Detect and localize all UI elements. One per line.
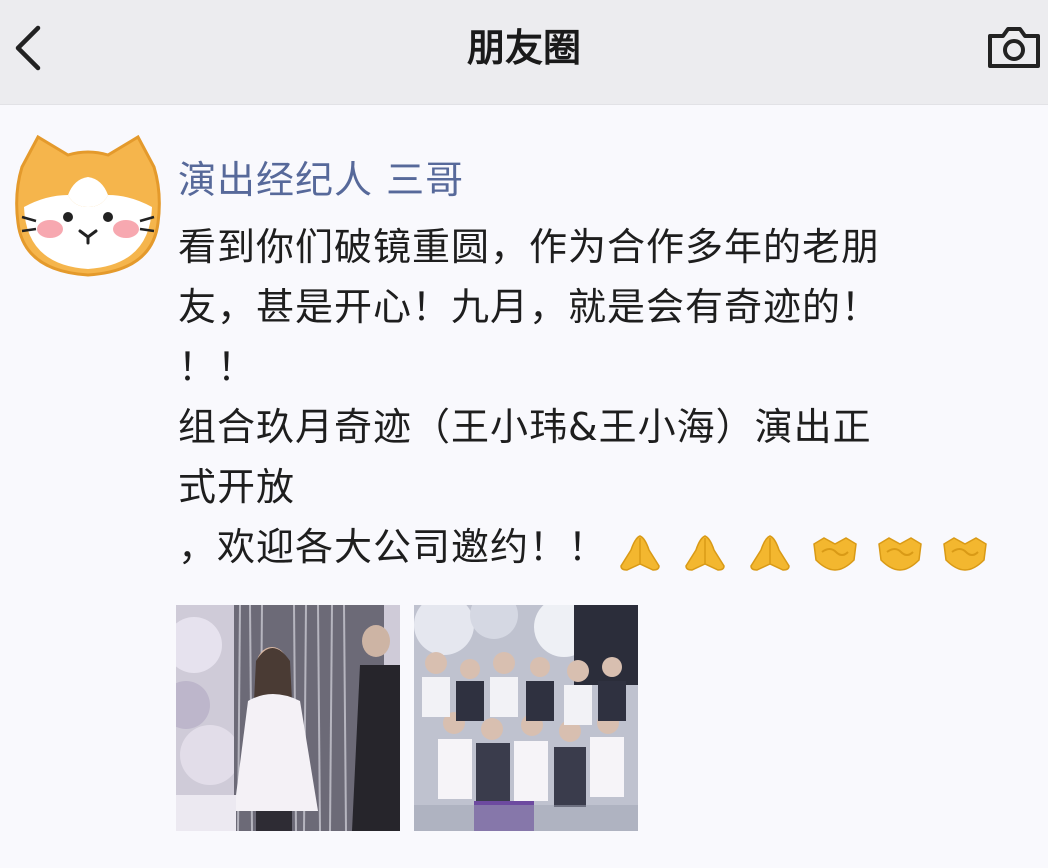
post-content: 看到你们破镜重圆，作为合作多年的老朋 友，甚是开心！九月，就是会有奇迹的！ ！！… xyxy=(178,217,1008,577)
handshake-icon xyxy=(878,537,923,571)
handshake-icon xyxy=(813,537,858,571)
author-name[interactable]: 演出经纪人 三哥 xyxy=(178,149,464,205)
praying-hands-icon xyxy=(685,535,725,571)
cat-avatar-icon xyxy=(15,134,161,277)
post-text-line: 式开放 xyxy=(178,465,296,509)
post-photo-2[interactable] xyxy=(414,605,638,831)
group-photo-image xyxy=(414,605,638,831)
handshake-icon xyxy=(943,537,988,571)
post-text-line-last: ，欢迎各大公司邀约！！ xyxy=(178,517,1008,577)
party-photo-image xyxy=(176,605,400,831)
post-text-line: 友，甚是开心！九月，就是会有奇迹的！ xyxy=(178,285,881,329)
avatar[interactable] xyxy=(12,133,164,283)
top-navigation-bar: 朋友圈 xyxy=(0,0,1048,105)
post-photo-1[interactable] xyxy=(176,605,400,831)
praying-hands-icon xyxy=(620,535,660,571)
camera-icon xyxy=(988,27,1040,68)
page-title: 朋友圈 xyxy=(466,26,581,70)
emoji-group xyxy=(615,520,992,580)
moments-post: 演出经纪人 三哥 看到你们破镜重圆，作为合作多年的老朋 友，甚是开心！九月，就是… xyxy=(0,105,1048,868)
post-text-line: ！！ xyxy=(178,345,257,389)
post-text-line: 看到你们破镜重圆，作为合作多年的老朋 xyxy=(178,225,881,269)
camera-button[interactable] xyxy=(986,24,1042,70)
praying-hands-icon xyxy=(750,535,790,571)
post-text-line: ，欢迎各大公司邀约！！ xyxy=(178,525,608,569)
post-text-line: 组合玖月奇迹（王小玮&王小海）演出正 xyxy=(178,405,872,449)
